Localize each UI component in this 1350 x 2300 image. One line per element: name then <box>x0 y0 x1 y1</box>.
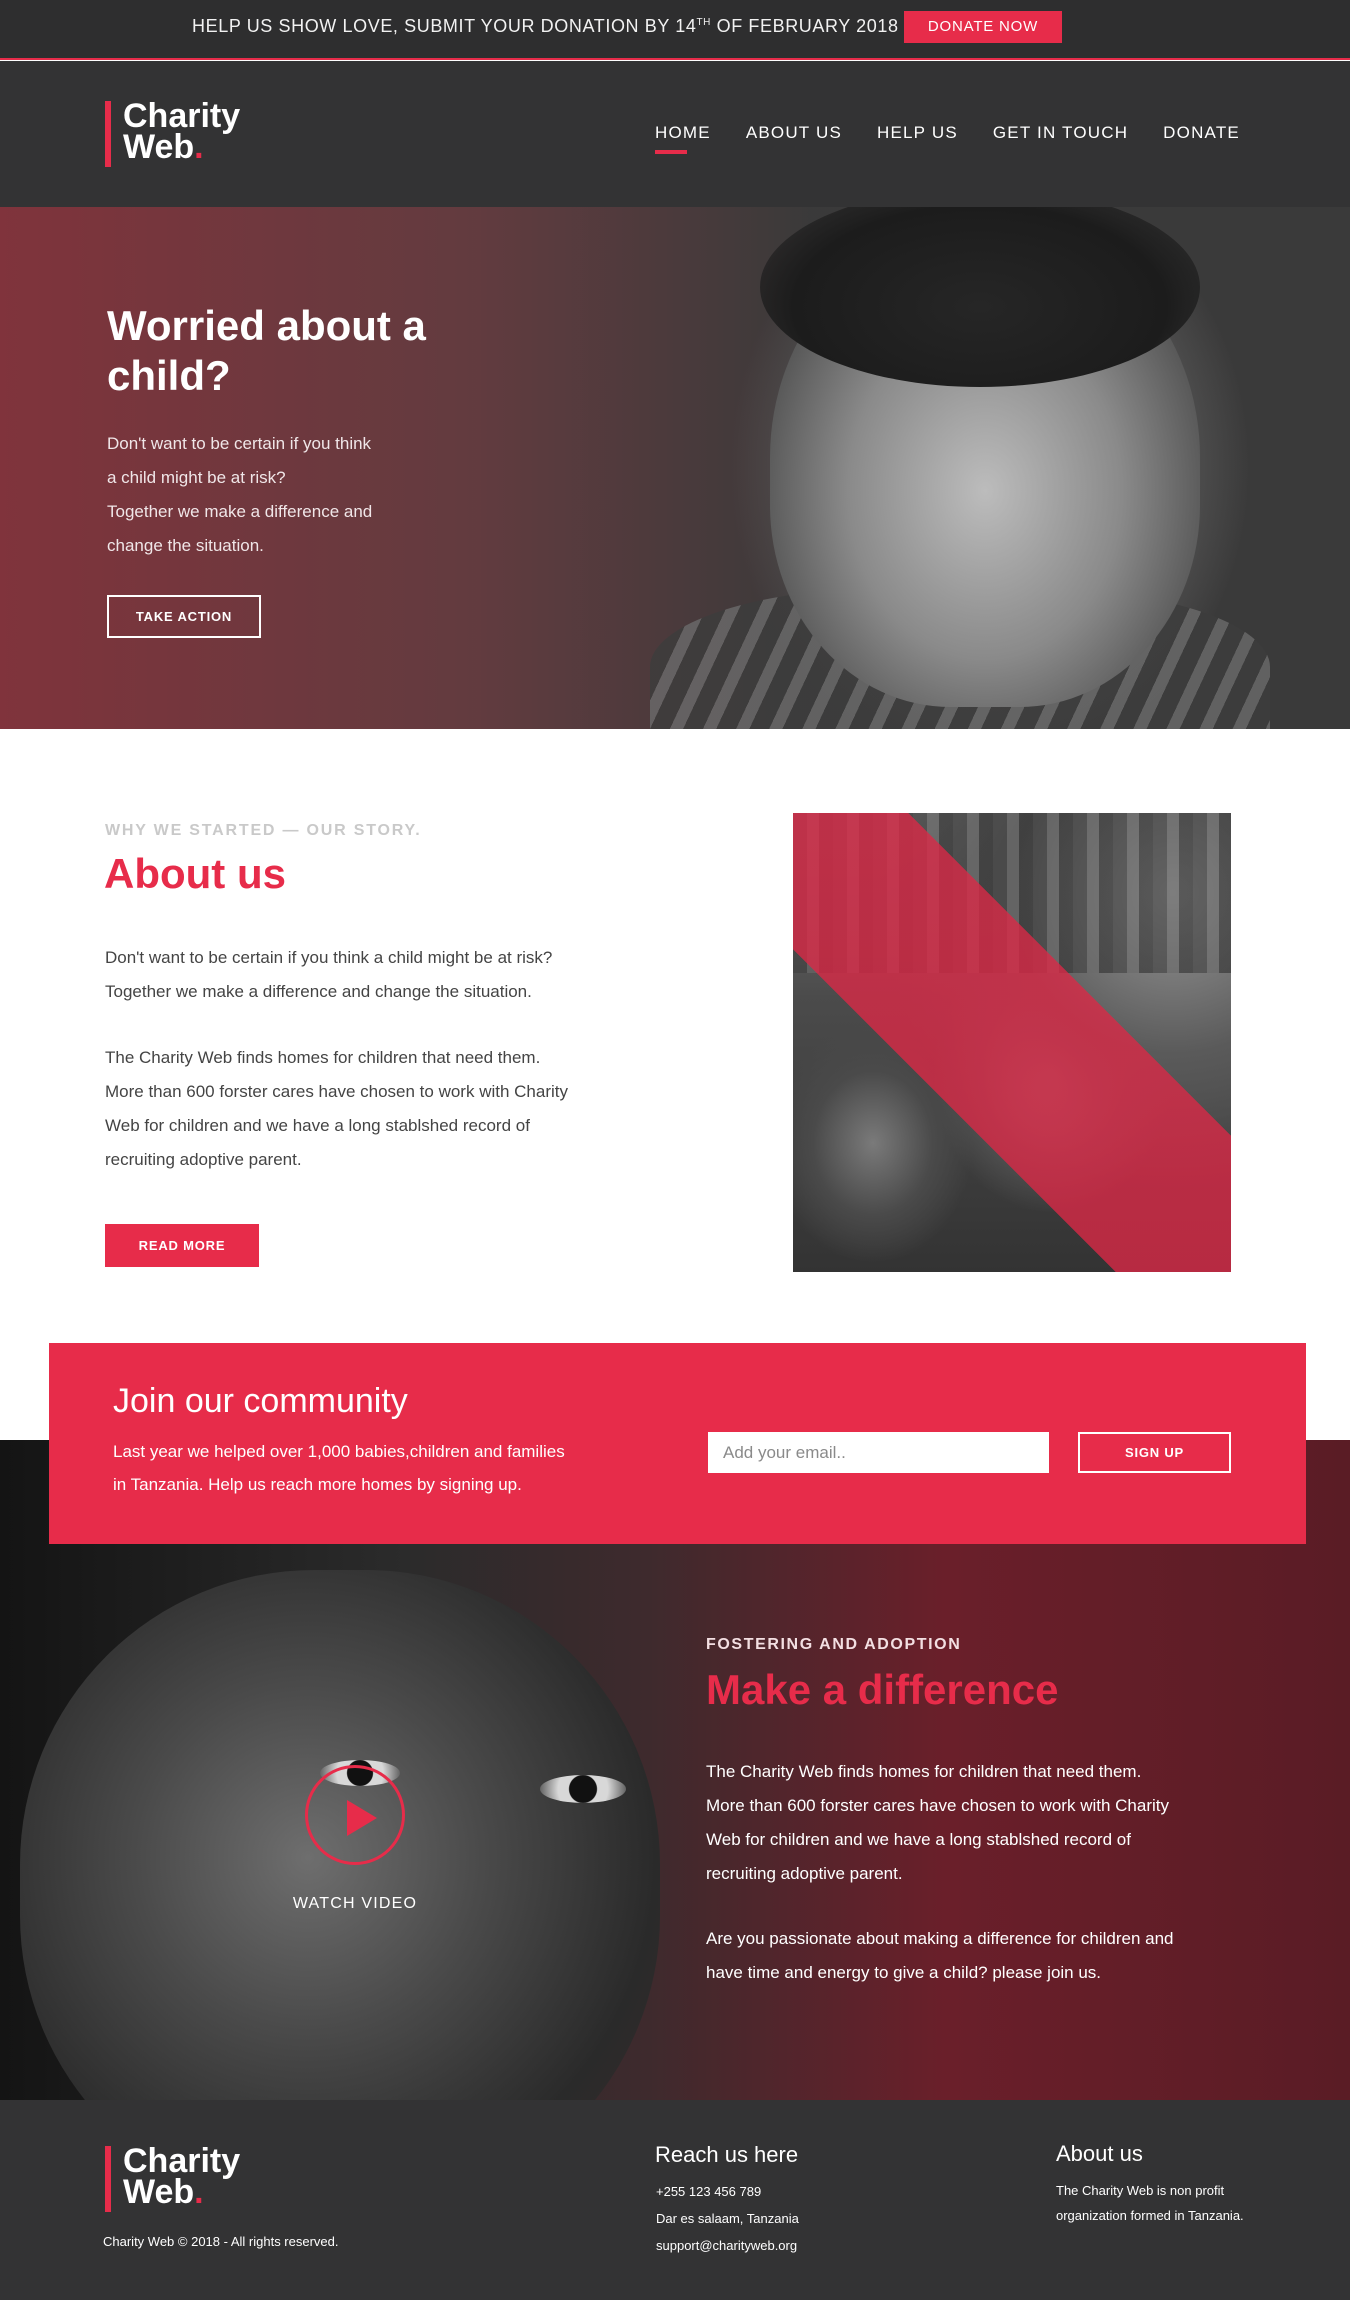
nav-about-us[interactable]: ABOUT US <box>746 123 842 143</box>
nav-donate[interactable]: DONATE <box>1163 123 1240 143</box>
footer-logo[interactable]: Charity Web. <box>105 2144 240 2212</box>
hero-title: Worried about a child? <box>107 302 426 399</box>
about-photo-red-band <box>793 813 1231 1272</box>
community-text: Last year we helped over 1,000 babies,ch… <box>113 1442 565 1494</box>
take-action-button[interactable]: TAKE ACTION <box>107 595 261 638</box>
donate-now-button[interactable]: DONATE NOW <box>904 11 1062 43</box>
about-title: About us <box>104 850 286 897</box>
contact-address: Dar es salaam, Tanzania <box>656 2211 799 2226</box>
site-footer: Charity Web. Charity Web © 2018 - All ri… <box>0 2100 1350 2300</box>
difference-kicker: FOSTERING AND ADOPTION <box>706 1636 962 1653</box>
about-photo <box>793 813 1231 1272</box>
play-video-button[interactable] <box>305 1765 405 1865</box>
footer-about-title: About us <box>1056 2141 1143 2166</box>
hero-section: Worried about a child? Don't want to be … <box>0 207 1350 729</box>
read-more-button[interactable]: READ MORE <box>105 1224 259 1267</box>
community-title: Join our community <box>113 1382 408 1420</box>
difference-photo-eye-right <box>540 1775 626 1803</box>
difference-paragraph-1: The Charity Web finds homes for children… <box>706 1762 1169 1883</box>
contact-phone[interactable]: +255 123 456 789 <box>656 2184 761 2199</box>
logo-line-2: Web. <box>123 128 204 166</box>
site-logo[interactable]: Charity Web. <box>105 99 240 167</box>
nav-home[interactable]: HOME <box>655 123 711 154</box>
play-icon <box>347 1800 377 1836</box>
sign-up-button[interactable]: SIGN UP <box>1078 1432 1231 1473</box>
footer-logo-line-2: Web. <box>123 2173 204 2211</box>
about-kicker: WHY WE STARTED — OUR STORY. <box>105 822 422 839</box>
nav-get-in-touch[interactable]: GET IN TOUCH <box>993 123 1128 143</box>
site-header: Charity Web. HOME ABOUT US HELP US GET I… <box>0 61 1350 207</box>
difference-title: Make a difference <box>706 1666 1059 1713</box>
community-signup: Join our community Last year we helped o… <box>49 1343 1306 1544</box>
difference-paragraph-2: Are you passionate about making a differ… <box>706 1929 1174 1982</box>
hero-text: Don't want to be certain if you think a … <box>107 434 373 555</box>
copyright-text: Charity Web © 2018 - All rights reserved… <box>103 2234 339 2249</box>
reach-us-title: Reach us here <box>655 2142 799 2167</box>
donation-banner-text: HELP US SHOW LOVE, SUBMIT YOUR DONATION … <box>192 16 899 36</box>
nav-help-us[interactable]: HELP US <box>877 123 958 143</box>
email-input[interactable] <box>708 1432 1049 1473</box>
footer-about-text: The Charity Web is non profit organizati… <box>1056 2183 1244 2223</box>
about-paragraph-1: Don't want to be certain if you think a … <box>105 948 553 1001</box>
watch-video-label[interactable]: WATCH VIDEO <box>290 1895 420 1913</box>
main-nav: HOME ABOUT US HELP US GET IN TOUCH DONAT… <box>655 123 1275 154</box>
contact-email[interactable]: support@charityweb.org <box>656 2238 797 2253</box>
donation-banner: HELP US SHOW LOVE, SUBMIT YOUR DONATION … <box>0 0 1350 60</box>
about-paragraph-2: The Charity Web finds homes for children… <box>105 1048 568 1169</box>
